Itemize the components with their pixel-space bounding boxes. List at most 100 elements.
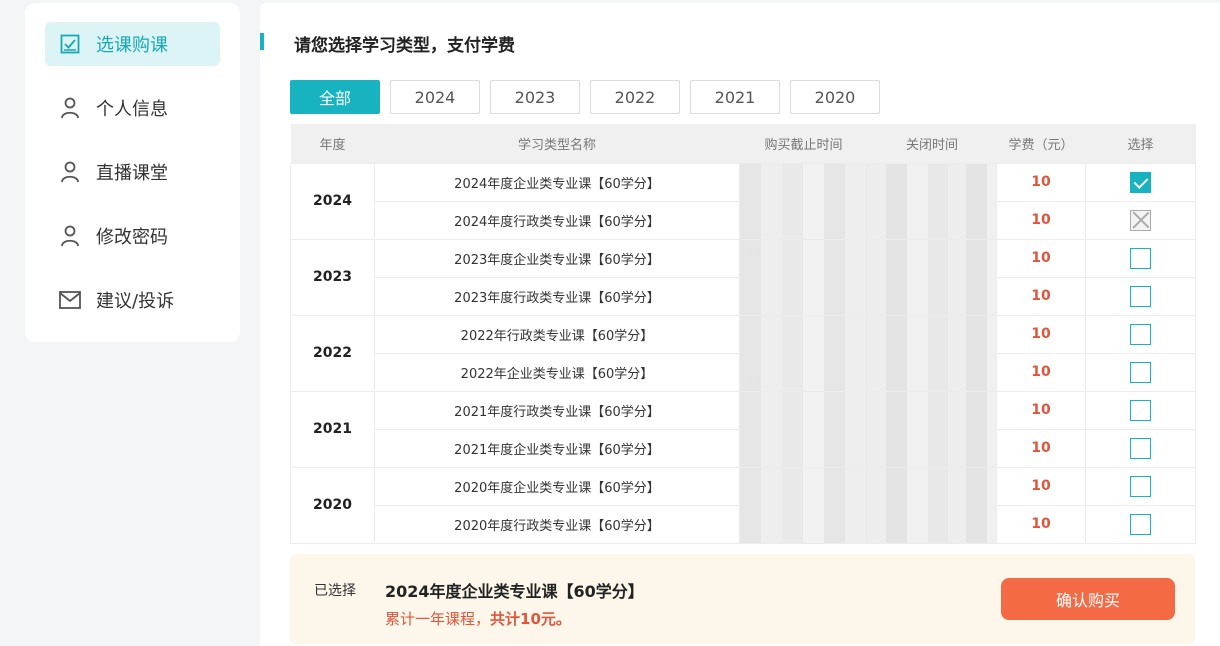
course-name-cell: 2020年度行政类专业课【60学分】 [374, 504, 740, 544]
select-checkbox[interactable] [1130, 399, 1151, 421]
year-cell: 2023 [290, 238, 375, 316]
year-cell: 2021 [290, 390, 375, 468]
select-cell [1085, 314, 1196, 354]
course-name-cell: 2022年行政类专业课【60学分】 [374, 314, 740, 354]
fee-cell: 10 [996, 162, 1086, 202]
select-checkbox[interactable] [1130, 247, 1151, 269]
select-cell [1085, 162, 1196, 202]
select-cell [1085, 504, 1196, 544]
total-note-prefix: 累计一年课程， [385, 610, 491, 628]
tab-2022[interactable]: 2022 [590, 80, 680, 114]
course-name-cell: 2021年度行政类专业课【60学分】 [374, 390, 740, 430]
header-select: 选择 [1085, 124, 1196, 163]
sidebar-item-label: 个人信息 [96, 99, 168, 120]
fee-cell: 10 [996, 390, 1086, 430]
total-note: 累计一年课程，共计10元。 [385, 608, 571, 629]
user-icon [59, 225, 81, 247]
table-row: 2020 2020年度企业类专业课【60学分】 10 [290, 466, 1196, 544]
select-cell [1085, 238, 1196, 278]
sidebar: 选课购课 个人信息 直播课堂 修改密码 建议/投诉 [25, 3, 240, 342]
fee-cell: 10 [996, 238, 1086, 278]
purchase-deadline-redacted [739, 162, 868, 240]
fee-cell: 10 [996, 466, 1086, 506]
course-name-cell: 2024年度行政类专业课【60学分】 [374, 200, 740, 240]
fee-cell: 10 [996, 200, 1086, 240]
sidebar-item-label: 建议/投诉 [96, 291, 175, 312]
header-purchase-deadline: 购买截止时间 [739, 124, 868, 163]
close-time-redacted [867, 162, 997, 240]
header-course-name: 学习类型名称 [374, 124, 740, 163]
close-time-redacted [867, 466, 997, 544]
tab-2020[interactable]: 2020 [790, 80, 880, 114]
select-checkbox[interactable] [1130, 171, 1151, 193]
sidebar-item-label: 修改密码 [96, 227, 168, 248]
year-cell: 2020 [290, 466, 375, 544]
fee-cell: 10 [996, 352, 1086, 392]
close-time-redacted [867, 390, 997, 468]
select-checkbox[interactable] [1130, 513, 1151, 535]
check-square-icon [59, 33, 81, 55]
select-cell [1085, 200, 1196, 240]
course-name-cell: 2021年度企业类专业课【60学分】 [374, 428, 740, 468]
confirm-purchase-button[interactable]: 确认购买 [1001, 578, 1175, 620]
header-fee: 学费（元） [996, 124, 1086, 163]
select-checkbox-disabled [1130, 209, 1151, 231]
purchase-deadline-redacted [739, 314, 868, 392]
course-name-cell: 2020年度企业类专业课【60学分】 [374, 466, 740, 506]
tab-2023[interactable]: 2023 [490, 80, 580, 114]
select-checkbox[interactable] [1130, 285, 1151, 307]
select-checkbox[interactable] [1130, 475, 1151, 497]
sidebar-item-label: 选课购课 [96, 35, 168, 56]
user-icon [59, 161, 81, 183]
fee-cell: 10 [996, 504, 1086, 544]
table-row: 2021 2021年度行政类专业课【60学分】 10 [290, 390, 1196, 468]
select-cell [1085, 428, 1196, 468]
year-filter-tabs: 全部 2024 2023 2022 2021 2020 [290, 80, 890, 114]
tab-2021[interactable]: 2021 [690, 80, 780, 114]
main-panel: 请您选择学习类型，支付学费 全部 2024 2023 2022 2021 202… [260, 3, 1220, 646]
close-time-redacted [867, 238, 997, 316]
header-year: 年度 [290, 124, 375, 163]
tab-2024[interactable]: 2024 [390, 80, 480, 114]
purchase-deadline-redacted [739, 466, 868, 544]
course-name-cell: 2023年度行政类专业课【60学分】 [374, 276, 740, 316]
fee-cell: 10 [996, 428, 1086, 468]
course-name-cell: 2024年度企业类专业课【60学分】 [374, 162, 740, 202]
course-name-cell: 2022年企业类专业课【60学分】 [374, 352, 740, 392]
selection-summary: 已选择 2024年度企业类专业课【60学分】 累计一年课程，共计10元。 确认购… [290, 554, 1195, 644]
sidebar-item-personal-info[interactable]: 个人信息 [45, 86, 220, 130]
course-table: 年度 学习类型名称 购买截止时间 关闭时间 学费（元） 选择 2024 2024… [290, 124, 1196, 544]
select-cell [1085, 352, 1196, 392]
sidebar-item-label: 直播课堂 [96, 163, 168, 184]
purchase-deadline-redacted [739, 390, 868, 468]
purchase-deadline-redacted [739, 238, 868, 316]
sidebar-item-change-password[interactable]: 修改密码 [45, 214, 220, 258]
sidebar-item-feedback[interactable]: 建议/投诉 [45, 278, 220, 322]
table-row: 2024 2024年度企业类专业课【60学分】 10 [290, 162, 1196, 240]
total-amount: 共计10元。 [490, 610, 571, 628]
tab-all[interactable]: 全部 [290, 80, 380, 114]
header-close-time: 关闭时间 [867, 124, 997, 163]
selected-course: 2024年度企业类专业课【60学分】 [385, 582, 644, 601]
year-cell: 2022 [290, 314, 375, 392]
year-cell: 2024 [290, 162, 375, 240]
table-header-row: 年度 学习类型名称 购买截止时间 关闭时间 学费（元） 选择 [290, 124, 1196, 163]
fee-cell: 10 [996, 314, 1086, 354]
select-checkbox[interactable] [1130, 437, 1151, 459]
fee-cell: 10 [996, 276, 1086, 316]
select-checkbox[interactable] [1130, 323, 1151, 345]
sidebar-item-course-selection[interactable]: 选课购课 [45, 22, 220, 66]
title-accent-bar [260, 33, 264, 50]
select-cell [1085, 276, 1196, 316]
table-row: 2023 2023年度企业类专业课【60学分】 10 [290, 238, 1196, 316]
user-icon [59, 97, 81, 119]
table-row: 2022 2022年行政类专业课【60学分】 10 [290, 314, 1196, 392]
sidebar-item-live-class[interactable]: 直播课堂 [45, 150, 220, 194]
selected-label: 已选择 [314, 583, 356, 599]
mail-icon [59, 289, 81, 311]
page-title: 请您选择学习类型，支付学费 [294, 36, 515, 56]
select-checkbox[interactable] [1130, 361, 1151, 383]
select-cell [1085, 390, 1196, 430]
select-cell [1085, 466, 1196, 506]
close-time-redacted [867, 314, 997, 392]
